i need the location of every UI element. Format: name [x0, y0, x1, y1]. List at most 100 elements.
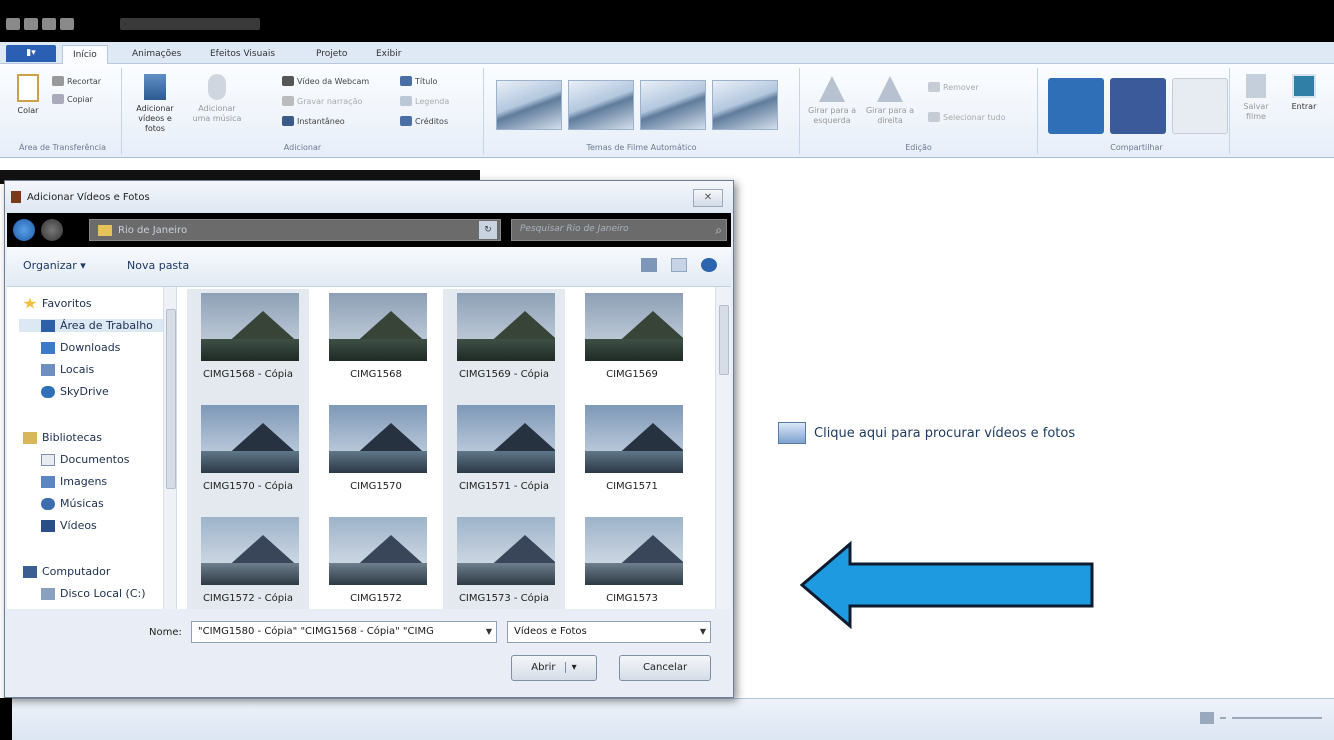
nav-area-de-trabalho[interactable]: Área de Trabalho [19, 319, 163, 332]
file-tile[interactable]: CIMG1572 - Cópia [187, 513, 309, 609]
rotate-right-button[interactable]: Girar para a direita [864, 76, 916, 126]
rotate-left-button[interactable]: Girar para a esquerda [806, 76, 858, 126]
add-group: Adicionar vídeos e fotos Adicionar uma m… [122, 68, 484, 154]
tab-exibir[interactable]: Exibir [366, 45, 411, 64]
add-videos-button[interactable]: Adicionar vídeos e fotos [128, 74, 182, 134]
redo-icon[interactable] [60, 18, 74, 30]
clipboard-group-label: Área de Transferência [18, 143, 106, 152]
copy-icon [52, 94, 64, 104]
theme-thumbnail-1[interactable] [496, 80, 562, 130]
select-all-button[interactable]: Selecionar tudo [928, 112, 1006, 122]
file-tile[interactable]: CIMG1573 - Cópia [443, 513, 565, 609]
thumbnail-size-icon[interactable] [1200, 712, 1214, 724]
nav-disco-local[interactable]: Disco Local (C:) [41, 587, 146, 600]
help-icon[interactable] [701, 258, 717, 272]
open-button[interactable]: Abrir ▾ [511, 655, 597, 681]
organize-button[interactable]: Organizar ▾ [23, 259, 86, 272]
tab-animacoes[interactable]: Animações [122, 45, 191, 64]
nav-favoritos[interactable]: Favoritos [23, 297, 92, 310]
file-tile[interactable]: CIMG1572 [315, 513, 437, 609]
file-tile[interactable]: CIMG1570 [315, 401, 437, 513]
title-bar [0, 0, 1334, 42]
undo-icon[interactable] [42, 18, 56, 30]
preview-pane-icon[interactable] [671, 258, 687, 272]
theme-thumbnail-3[interactable] [640, 80, 706, 130]
zoom-slider[interactable] [1232, 717, 1322, 719]
photo-icon [778, 422, 806, 444]
dialog-close-button[interactable]: ✕ [693, 189, 723, 207]
tab-efeitos-visuais[interactable]: Efeitos Visuais [200, 45, 285, 64]
images-icon [41, 475, 55, 488]
credits-button[interactable]: Créditos [400, 116, 448, 126]
edit-group: Girar para a esquerda Girar para a direi… [800, 68, 1038, 154]
app-icon[interactable] [6, 18, 20, 30]
back-arrow-icon[interactable] [13, 219, 35, 241]
tab-inicio[interactable]: Início [62, 45, 108, 64]
copy-button[interactable]: Copiar [52, 94, 93, 104]
save-icon[interactable] [24, 18, 38, 30]
add-group-label: Adicionar [283, 143, 322, 152]
snapshot-icon [282, 116, 294, 126]
downloads-icon [41, 341, 55, 354]
file-tile[interactable]: CIMG1570 - Cópia [187, 401, 309, 513]
add-music-button[interactable]: Adicionar uma música [190, 74, 244, 124]
photo-thumbnail [201, 293, 299, 361]
nav-musicas[interactable]: Músicas [41, 497, 104, 510]
address-field[interactable]: Rio de Janeiro [89, 219, 501, 241]
paste-button[interactable]: Colar [10, 74, 46, 116]
theme-thumbnail-2[interactable] [568, 80, 634, 130]
filename-input[interactable]: "CIMG1580 - Cópia" "CIMG1568 - Cópia" "C… [191, 621, 497, 643]
file-tile[interactable]: CIMG1571 - Cópia [443, 401, 565, 513]
filetype-select[interactable]: Vídeos e Fotos ▼ [507, 621, 711, 643]
cancel-button[interactable]: Cancelar [619, 655, 711, 681]
folder-icon [98, 224, 112, 236]
search-input[interactable]: Pesquisar Rio de Janeiro ⌕ [511, 219, 727, 241]
webcam-video-button[interactable]: Vídeo da Webcam [282, 76, 369, 86]
tab-projeto[interactable]: Projeto [306, 45, 357, 64]
zoom-out-icon[interactable] [1220, 717, 1226, 719]
nav-skydrive[interactable]: SkyDrive [41, 385, 109, 398]
caption-button[interactable]: Legenda [400, 96, 449, 106]
file-name: CIMG1572 [350, 593, 402, 604]
file-tile[interactable]: CIMG1571 [571, 401, 693, 513]
nav-bibliotecas[interactable]: Bibliotecas [23, 431, 102, 444]
sign-in-button[interactable]: Entrar [1284, 74, 1324, 112]
new-folder-button[interactable]: Nova pasta [127, 259, 189, 272]
snapshot-button[interactable]: Instantâneo [282, 116, 345, 126]
chevron-down-icon[interactable]: ▼ [486, 622, 492, 642]
forward-arrow-icon[interactable] [41, 219, 63, 241]
facebook-share-icon[interactable] [1110, 78, 1166, 134]
file-tile[interactable]: CIMG1569 - Cópia [443, 289, 565, 401]
file-scrollbar[interactable] [715, 287, 731, 609]
theme-thumbnail-4[interactable] [712, 80, 778, 130]
skydrive-share-icon[interactable] [1048, 78, 1104, 134]
nav-documentos[interactable]: Documentos [41, 453, 129, 466]
nav-locais[interactable]: Locais [41, 363, 94, 376]
nav-scrollbar[interactable] [163, 287, 176, 609]
file-tile[interactable]: CIMG1568 - Cópia [187, 289, 309, 401]
refresh-icon[interactable]: ↻ [479, 221, 497, 239]
music-icon [41, 497, 55, 510]
file-tile[interactable]: CIMG1569 [571, 289, 693, 401]
youtube-share-icon[interactable] [1172, 78, 1228, 134]
photo-thumbnail [329, 405, 427, 473]
nav-computador[interactable]: Computador [23, 565, 110, 578]
cut-icon [52, 76, 64, 86]
file-menu-button[interactable]: ▮▾ [6, 45, 56, 62]
file-tile[interactable]: CIMG1568 [315, 289, 437, 401]
nav-imagens[interactable]: Imagens [41, 475, 107, 488]
remove-button[interactable]: Remover [928, 82, 979, 92]
save-movie-button[interactable]: Salvar filme [1236, 74, 1276, 122]
title-button[interactable]: Título [400, 76, 437, 86]
cut-button[interactable]: Recortar [52, 76, 101, 86]
dialog-title: Adicionar Vídeos e Fotos [27, 192, 150, 203]
zoom-control[interactable] [1200, 712, 1322, 724]
browse-videos-link[interactable]: Clique aqui para procurar vídeos e fotos [778, 422, 1075, 444]
file-tile[interactable]: CIMG1573 [571, 513, 693, 609]
view-options-icon[interactable] [641, 258, 657, 272]
address-path: Rio de Janeiro [118, 224, 188, 236]
nav-downloads[interactable]: Downloads [41, 341, 120, 354]
quick-access-toolbar [6, 16, 74, 32]
nav-videos[interactable]: Vídeos [41, 519, 97, 532]
record-narration-button[interactable]: Gravar narração [282, 96, 362, 106]
